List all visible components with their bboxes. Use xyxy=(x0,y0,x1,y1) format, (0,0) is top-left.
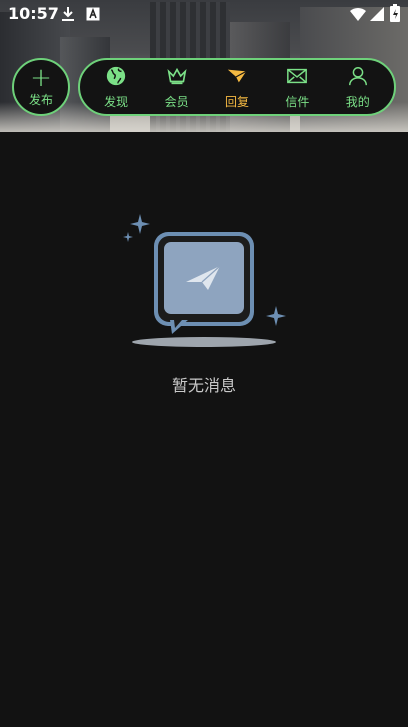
crown-icon xyxy=(166,65,188,91)
battery-icon xyxy=(390,4,400,26)
nav-label: 回复 xyxy=(224,94,249,109)
nav-label: 会员 xyxy=(164,94,189,109)
mail-icon xyxy=(286,65,308,91)
bottom-nav-bar: 发现 会员 回复 信件 我的 xyxy=(78,58,396,116)
nav-label: 发现 xyxy=(104,94,129,109)
plus-icon: + xyxy=(30,62,52,93)
font-icon xyxy=(86,6,100,25)
nav-label: 我的 xyxy=(345,94,370,109)
wifi-icon xyxy=(350,6,366,25)
nav-item-profile[interactable]: 我的 xyxy=(332,65,384,110)
publish-button[interactable]: + 发布 xyxy=(12,58,70,116)
reply-icon xyxy=(226,65,248,91)
user-icon xyxy=(347,65,369,91)
empty-message-illustration xyxy=(116,210,292,352)
publish-label: 发布 xyxy=(28,92,53,107)
nav-item-membership[interactable]: 会员 xyxy=(151,65,203,110)
globe-icon xyxy=(105,65,127,91)
empty-state-message: 暂无消息 xyxy=(171,376,236,395)
nav-item-discover[interactable]: 发现 xyxy=(90,65,142,110)
nav-label: 信件 xyxy=(285,94,310,109)
nav-item-reply[interactable]: 回复 xyxy=(211,65,263,110)
signal-icon xyxy=(370,6,384,25)
status-bar: 10:57 xyxy=(0,0,408,28)
nav-item-mail[interactable]: 信件 xyxy=(271,65,323,110)
download-icon xyxy=(60,6,76,26)
status-time: 10:57 xyxy=(8,4,59,23)
